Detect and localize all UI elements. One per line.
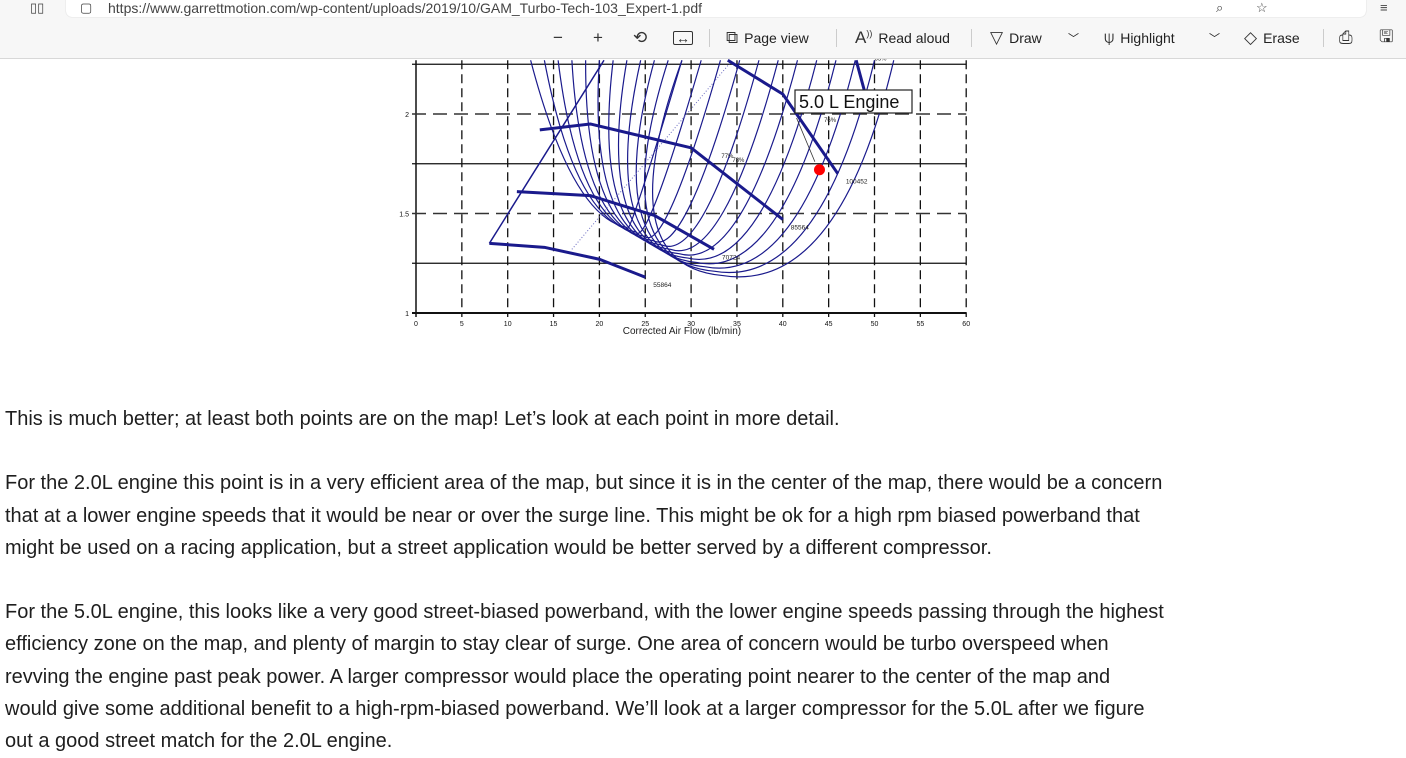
x-tick-label: 20 xyxy=(596,321,604,328)
draw-icon: ▽ xyxy=(990,28,1004,47)
fit-width-icon: ↔ xyxy=(673,31,693,45)
page-view-label: Page view xyxy=(744,30,809,46)
paragraph-line: efficiency zone on the map, and plenty o… xyxy=(5,633,1109,656)
page-view-button[interactable]: ⧉ Page view xyxy=(726,18,809,58)
x-axis-label: Corrected Air Flow (lb/min) xyxy=(623,326,741,337)
highlight-icon: ⍦ xyxy=(1104,28,1115,47)
highlight-options-dropdown[interactable]: ﹀ xyxy=(1209,18,1220,58)
paragraph-line: This is much better; at least both point… xyxy=(5,408,840,430)
read-aloud-icon: A)) xyxy=(855,28,873,47)
speed-line-label: 85564 xyxy=(791,224,809,231)
x-tick-label: 50 xyxy=(871,321,879,328)
speed-line-label: 55864 xyxy=(653,282,671,289)
surge-line xyxy=(488,59,605,244)
save-icon: 🖫 xyxy=(1379,26,1394,46)
paragraph-line: that at a lower engine speeds that it wo… xyxy=(5,504,1140,527)
zoom-in-button[interactable]: + xyxy=(593,18,603,58)
x-tick-label: 45 xyxy=(825,321,833,328)
speed-line-label: 70724 xyxy=(722,254,740,261)
article-text: This is much better; at least both point… xyxy=(5,403,1405,758)
browser-top-strip: ▯▯ ▢ https://www.garrettmotion.com/wp-co… xyxy=(0,0,1406,18)
paragraph-line: would give some additional benefit to a … xyxy=(5,698,1145,721)
page-view-icon: ⧉ xyxy=(726,28,739,47)
efficiency-label: 78% xyxy=(732,158,745,164)
annotation-label: 5.0 L Engine xyxy=(799,92,899,112)
read-aloud-button[interactable]: A)) Read aloud xyxy=(855,18,950,58)
speed-line xyxy=(854,59,867,95)
draw-button[interactable]: ▽ Draw xyxy=(990,18,1042,58)
highlight-label: Highlight xyxy=(1120,30,1175,46)
peak-efficiency-line xyxy=(571,59,733,250)
efficiency-label: 76% xyxy=(824,118,837,124)
eraser-icon: ◇ xyxy=(1244,28,1258,47)
add-favorite-icon[interactable]: ☆ xyxy=(1256,0,1268,16)
x-tick-label: 5 xyxy=(460,321,464,328)
divider xyxy=(971,29,972,47)
paragraph-line: out a good street match for the 2.0L eng… xyxy=(5,730,393,753)
speed-line xyxy=(489,241,646,279)
search-icon[interactable]: ⌕ xyxy=(1216,0,1223,16)
url-text[interactable]: https://www.garrettmotion.com/wp-content… xyxy=(108,0,702,16)
x-tick-label: 55 xyxy=(916,321,924,328)
y-tick-label: 1.5 xyxy=(399,212,409,219)
chevron-down-icon: ﹀ xyxy=(1068,33,1079,45)
print-button[interactable]: ⎙ xyxy=(1339,18,1353,58)
x-tick-label: 15 xyxy=(550,321,558,328)
divider xyxy=(709,29,710,47)
speed-line-label: 100452 xyxy=(846,179,868,186)
page-info-icon[interactable]: ▢ xyxy=(80,0,92,16)
y-tick-label: 2 xyxy=(405,112,409,119)
erase-button[interactable]: ◇ Erase xyxy=(1244,18,1300,58)
x-tick-label: 10 xyxy=(504,321,512,328)
pdf-toolbar: − + ⟲ ↔ ⧉ Page view A)) Read aloud ▽ Draw ﹀… xyxy=(0,18,1406,59)
fit-page-button[interactable]: ↔ xyxy=(673,18,693,58)
erase-label: Erase xyxy=(1263,30,1300,46)
zoom-out-button[interactable]: − xyxy=(553,18,563,58)
efficiency-label: 65% xyxy=(875,59,888,62)
paragraph-line: For the 2.0L engine this point is in a v… xyxy=(5,472,1163,495)
divider xyxy=(1323,29,1324,47)
plus-icon: + xyxy=(593,28,603,47)
print-icon: ⎙ xyxy=(1339,28,1353,47)
minus-icon: − xyxy=(553,28,563,47)
operating-point xyxy=(813,164,825,176)
tab-actions-icon[interactable]: ▯▯ xyxy=(30,0,44,16)
divider xyxy=(836,29,837,47)
favorites-icon[interactable]: ≡ xyxy=(1380,0,1388,16)
paragraph-line: revving the engine past peak power. A la… xyxy=(5,665,1111,688)
x-tick-label: 60 xyxy=(962,321,970,328)
rotate-button[interactable]: ⟲ xyxy=(633,18,647,58)
draw-label: Draw xyxy=(1009,30,1042,46)
draw-options-dropdown[interactable]: ﹀ xyxy=(1068,18,1079,58)
x-tick-label: 40 xyxy=(779,321,787,328)
chevron-down-icon: ﹀ xyxy=(1209,33,1220,45)
highlight-button[interactable]: ⍦ Highlight xyxy=(1104,18,1175,58)
read-aloud-label: Read aloud xyxy=(878,30,950,46)
y-tick-label: 1 xyxy=(405,311,409,318)
x-tick-label: 0 xyxy=(414,321,418,328)
paragraph-line: For the 5.0L engine, this looks like a v… xyxy=(5,601,1164,624)
compressor-map-chart: 0 5 10 15 20 25 30 35 40 45 50 55 6011.52Corrected A… xyxy=(399,59,970,337)
save-button[interactable]: 🖫 xyxy=(1379,18,1393,58)
paragraph-line: might be used on a racing application, b… xyxy=(5,536,992,559)
address-bar[interactable]: ▢ https://www.garrettmotion.com/wp-conte… xyxy=(66,0,1366,17)
rotate-icon: ⟲ xyxy=(633,28,648,47)
